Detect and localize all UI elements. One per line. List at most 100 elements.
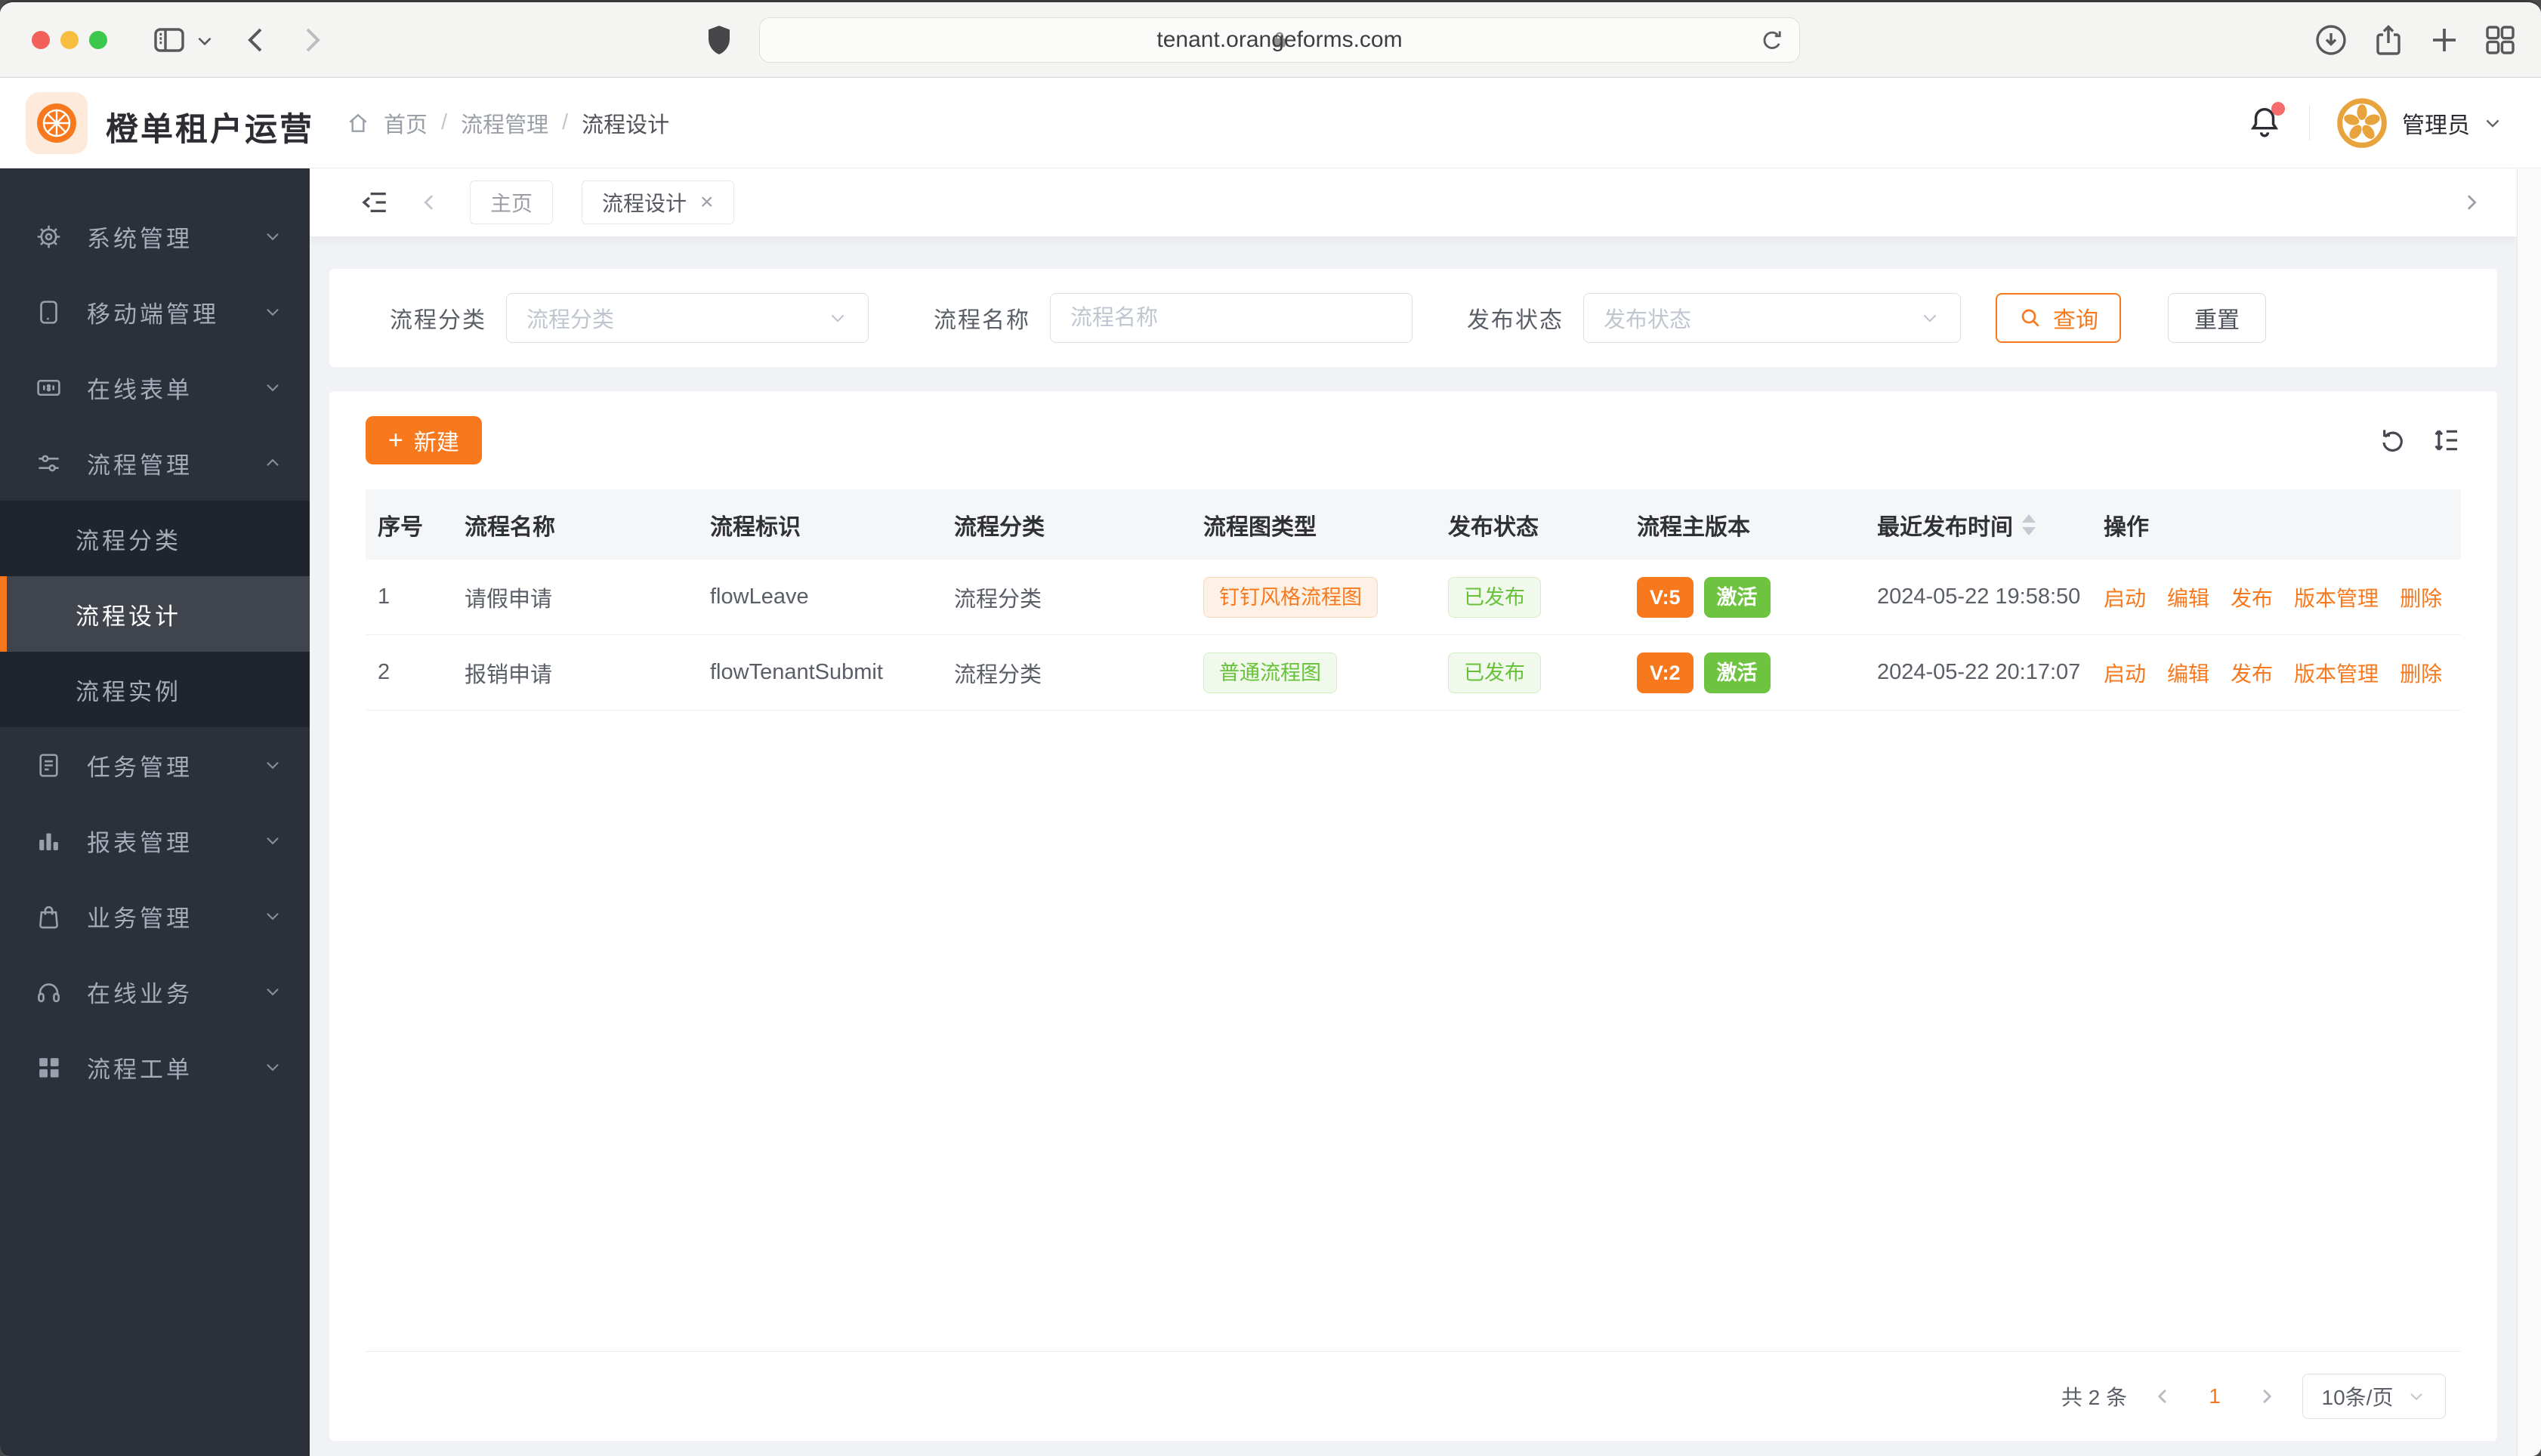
sidebar-item-flow-design[interactable]: 流程设计 <box>0 576 310 652</box>
tab-home[interactable]: 主页 <box>470 180 554 224</box>
address-bar[interactable]: tenant.orangeforms.com <box>759 17 1800 63</box>
sidebar-item-business[interactable]: 业务管理 <box>0 878 310 954</box>
sidebar-item-flow-instance[interactable]: 流程实例 <box>0 652 310 727</box>
sidebar-item-flow-category[interactable]: 流程分类 <box>0 501 310 576</box>
next-page-icon[interactable] <box>2255 1386 2277 1407</box>
cell-name: 报销申请 <box>465 662 553 687</box>
reset-button[interactable]: 重置 <box>2168 293 2266 343</box>
active-badge: 激活 <box>1703 652 1771 693</box>
mobile-icon <box>35 298 63 326</box>
plus-icon: + <box>388 425 403 455</box>
scrollbar-track[interactable] <box>2517 168 2541 1456</box>
action-publish-link[interactable]: 发布 <box>2231 658 2273 688</box>
action-version-manage-link[interactable]: 版本管理 <box>2294 582 2379 612</box>
tab-flow-design[interactable]: 流程设计 × <box>582 180 734 224</box>
create-button[interactable]: + 新建 <box>366 416 482 464</box>
diagram-type-tag: 普通流程图 <box>1203 652 1337 693</box>
chevron-down-icon <box>263 378 283 397</box>
chevron-down-icon <box>263 906 283 926</box>
headset-icon <box>35 978 63 1006</box>
col-header-publish-status: 发布状态 <box>1448 514 1539 540</box>
search-icon <box>2018 306 2042 330</box>
app-logo <box>26 92 88 154</box>
table-toolbar: + 新建 <box>366 416 2461 464</box>
browser-window: tenant.orangeforms.com 橙单租户运营 首页 / 流程管理 … <box>0 0 2541 1456</box>
breadcrumb-home[interactable]: 首页 <box>384 107 428 139</box>
notification-bell-icon[interactable] <box>2247 101 2285 141</box>
downloads-icon[interactable] <box>2313 22 2349 58</box>
tab-scroll-left-icon[interactable] <box>418 191 441 214</box>
sidebar-item-workflow[interactable]: 流程管理 <box>0 425 310 501</box>
sidebar-item-work-orders[interactable]: 流程工单 <box>0 1029 310 1105</box>
filter-name-input[interactable] <box>1050 293 1413 343</box>
chevron-down-icon <box>263 302 283 322</box>
sliders-icon <box>35 449 63 477</box>
action-version-manage-link[interactable]: 版本管理 <box>2294 658 2379 688</box>
user-menu-chevron-icon[interactable] <box>2482 113 2503 134</box>
breadcrumb-section[interactable]: 流程管理 <box>461 107 548 139</box>
filter-category-label: 流程分类 <box>390 308 486 333</box>
notification-badge <box>2271 101 2285 116</box>
cell-name: 请假申请 <box>465 587 553 612</box>
version-badge: V:5 <box>1637 576 1693 618</box>
cell-index: 1 <box>378 585 391 609</box>
collapse-menu-icon[interactable] <box>358 187 390 218</box>
row-actions: 启动 编辑 发布 版本管理 删除 <box>2092 582 2461 612</box>
sidebar-item-mobile[interactable]: 移动端管理 <box>0 274 310 350</box>
sidebar-item-online-business[interactable]: 在线业务 <box>0 954 310 1029</box>
diagram-type-tag: 钉钉风格流程图 <box>1203 576 1378 618</box>
row-density-icon[interactable] <box>2431 425 2461 455</box>
filter-status-select[interactable]: 发布状态 <box>1583 293 1961 343</box>
sidebar-item-reports[interactable]: 报表管理 <box>0 803 310 878</box>
new-tab-icon[interactable] <box>2426 22 2462 58</box>
filter-name-label: 流程名称 <box>934 308 1030 333</box>
page-tabbar: 主页 流程设计 × <box>310 168 2517 236</box>
query-button[interactable]: 查询 <box>1996 293 2121 343</box>
col-header-diagram-type: 流程图类型 <box>1203 514 1317 540</box>
form-icon <box>35 374 63 402</box>
window-zoom-button[interactable] <box>89 31 107 49</box>
chevron-down-icon <box>263 831 283 850</box>
close-tab-icon[interactable]: × <box>700 190 714 215</box>
col-header-category: 流程分类 <box>954 514 1045 540</box>
window-close-button[interactable] <box>32 31 50 49</box>
cell-category: 流程分类 <box>954 587 1042 612</box>
chevron-down-icon[interactable] <box>195 31 215 51</box>
filter-category-select[interactable]: 流程分类 <box>506 293 869 343</box>
tab-scroll-right-icon[interactable] <box>2459 191 2482 214</box>
prev-page-icon[interactable] <box>2153 1386 2174 1407</box>
pagination: 共 2 条 1 10条/页 <box>366 1352 2461 1441</box>
page-number[interactable]: 1 <box>2200 1384 2230 1408</box>
user-name[interactable]: 管理员 <box>2402 106 2470 140</box>
action-start-link[interactable]: 启动 <box>2104 582 2146 612</box>
workflow-submenu: 流程分类 流程设计 流程实例 <box>0 501 310 727</box>
breadcrumb: 首页 / 流程管理 / 流程设计 <box>346 78 669 168</box>
action-delete-link[interactable]: 删除 <box>2400 658 2442 688</box>
col-header-key: 流程标识 <box>710 514 801 540</box>
page-size-select[interactable]: 10条/页 <box>2302 1374 2446 1419</box>
sort-carets-icon[interactable] <box>2022 514 2036 535</box>
action-publish-link[interactable]: 发布 <box>2231 582 2273 612</box>
window-minimize-button[interactable] <box>60 31 79 49</box>
tab-overview-icon[interactable] <box>2482 22 2518 58</box>
active-badge: 激活 <box>1703 576 1771 618</box>
action-edit-link[interactable]: 编辑 <box>2167 658 2209 688</box>
sidebar-item-tasks[interactable]: 任务管理 <box>0 727 310 803</box>
sidebar-item-online-forms[interactable]: 在线表单 <box>0 350 310 425</box>
share-icon[interactable] <box>2370 22 2407 58</box>
action-delete-link[interactable]: 删除 <box>2400 582 2442 612</box>
back-button[interactable] <box>239 22 275 58</box>
chevron-down-icon <box>1919 307 1940 329</box>
home-icon <box>346 111 370 135</box>
action-start-link[interactable]: 启动 <box>2104 658 2146 688</box>
col-header-published-at[interactable]: 最近发布时间 <box>1865 508 2092 541</box>
action-edit-link[interactable]: 编辑 <box>2167 582 2209 612</box>
refresh-icon[interactable] <box>2378 425 2408 455</box>
reload-icon[interactable] <box>1758 27 1786 54</box>
forward-button[interactable] <box>293 22 329 58</box>
main-content: 主页 流程设计 × 流程分类 流程分类 流程名称 发布状态 发布状态 <box>310 168 2517 1456</box>
avatar[interactable] <box>2337 97 2387 148</box>
sidebar-toggle-icon[interactable] <box>151 22 187 58</box>
privacy-shield-icon[interactable] <box>701 22 737 58</box>
sidebar-item-system[interactable]: 系统管理 <box>0 199 310 274</box>
